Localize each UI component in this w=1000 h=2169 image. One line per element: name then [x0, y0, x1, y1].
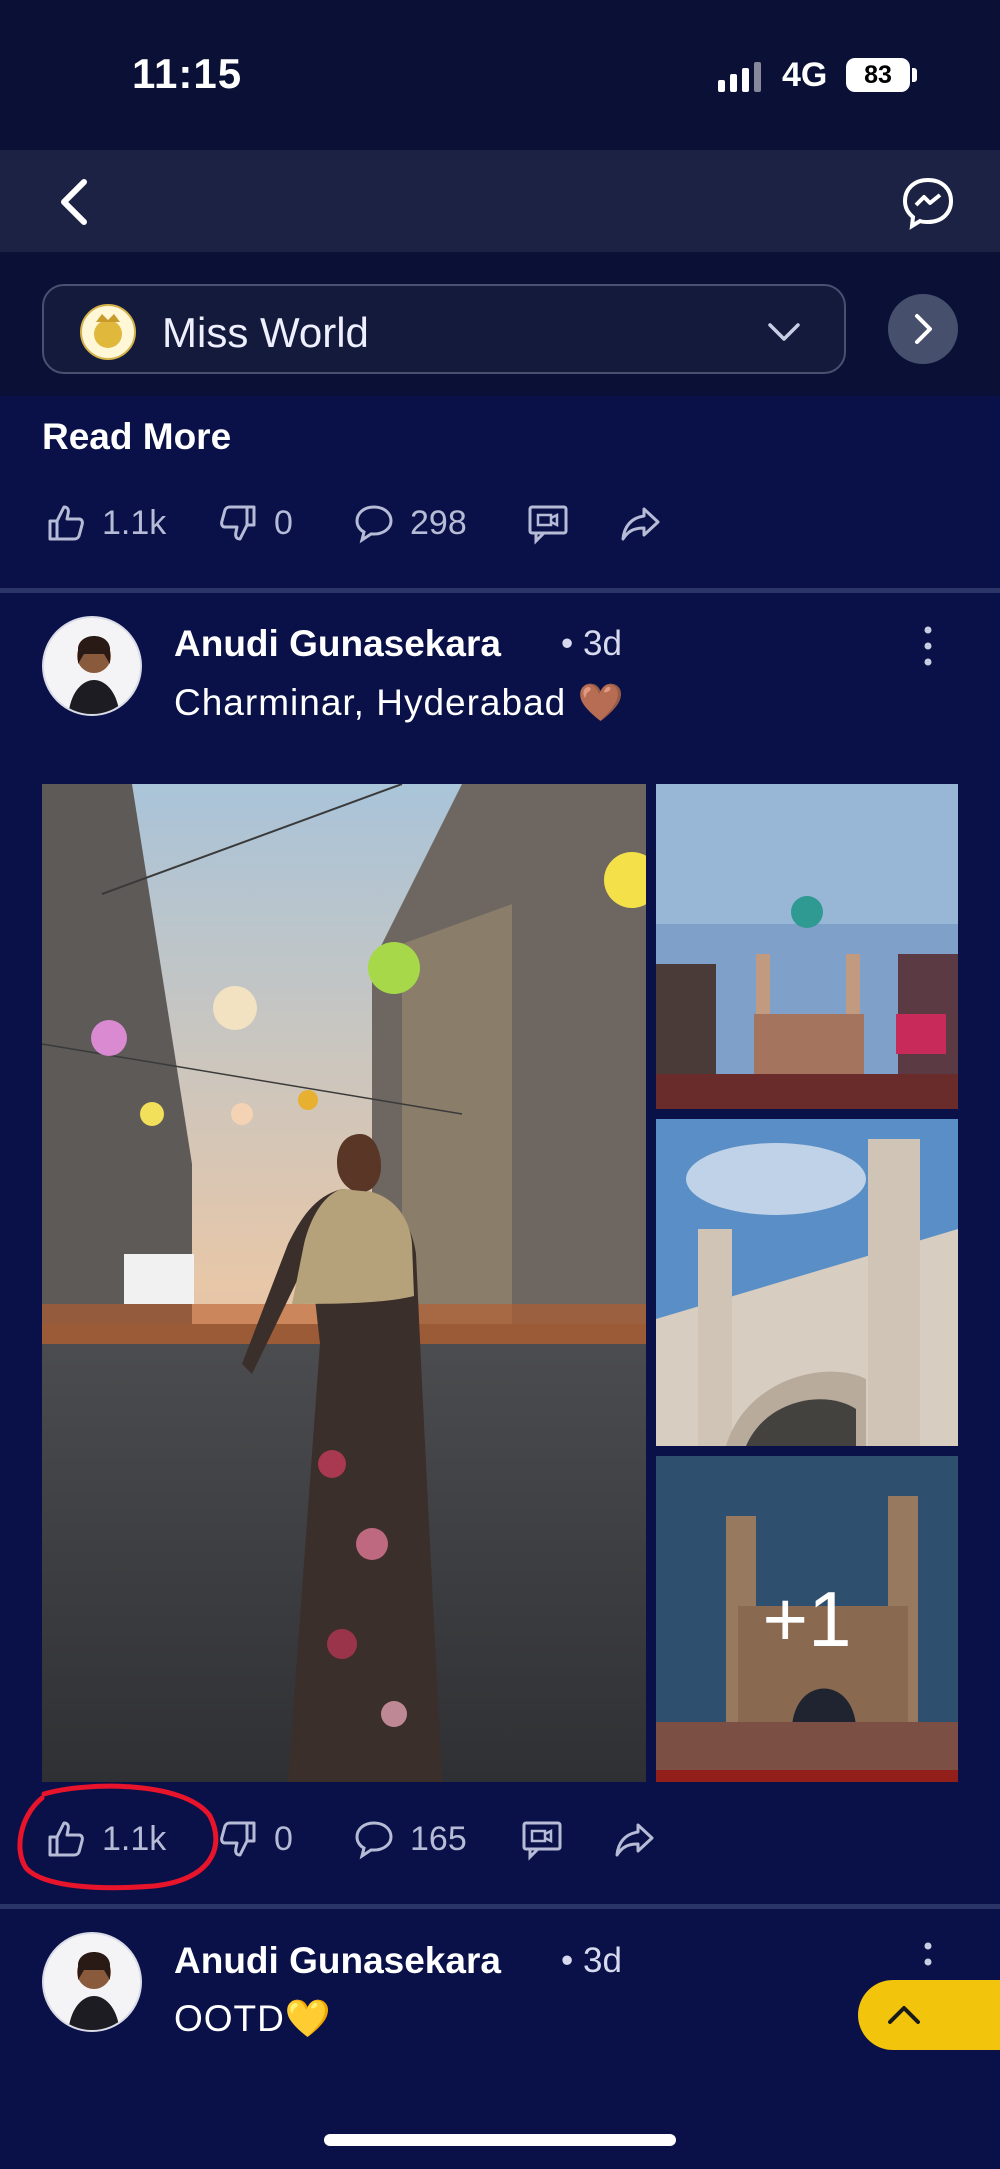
prev-post-actions: 1.1k 0 298 — [0, 488, 1000, 558]
chevron-down-icon — [768, 323, 800, 341]
post-time: • 3d — [561, 624, 622, 663]
comment-button[interactable]: 298 — [352, 488, 467, 558]
video-chat-icon — [528, 505, 568, 545]
status-bar: 11:15 4G 83 — [0, 0, 1000, 150]
post-text: OOTD💛 — [174, 1998, 332, 2039]
scroll-to-top-button[interactable] — [858, 1980, 1000, 2050]
post-divider — [0, 1904, 1000, 1909]
comment-icon — [355, 1821, 393, 1860]
messenger-button[interactable] — [898, 174, 958, 230]
messenger-icon — [902, 177, 954, 230]
post-text: Charminar, Hyderabad 🤎 — [174, 682, 625, 723]
network-type: 4G — [782, 56, 828, 94]
share-button[interactable] — [618, 488, 662, 558]
dislike-button[interactable]: 0 — [216, 488, 293, 558]
video-reply-button[interactable] — [526, 488, 570, 558]
read-more-link[interactable]: Read More — [42, 416, 231, 458]
more-images-count: +1 — [656, 1456, 958, 1782]
thumbs-down-icon — [220, 505, 256, 541]
chevron-right-icon — [915, 314, 932, 344]
author-name[interactable]: Anudi Gunasekara — [174, 623, 501, 665]
comment-count: 165 — [410, 1819, 467, 1858]
community-name: Miss World — [162, 309, 369, 356]
dislike-count: 0 — [274, 1819, 293, 1858]
video-chat-icon — [522, 1821, 562, 1861]
thumbs-up-icon — [48, 505, 84, 541]
comment-icon — [355, 505, 393, 544]
dislike-count: 0 — [274, 503, 293, 542]
post-divider — [0, 588, 1000, 593]
chevron-up-icon — [888, 2006, 920, 2024]
top-bar — [0, 150, 1000, 252]
battery-cap — [912, 68, 917, 82]
miss-world-logo-icon — [80, 304, 136, 360]
share-button[interactable] — [612, 1804, 656, 1874]
author-name[interactable]: Anudi Gunasekara — [174, 1940, 501, 1982]
annotation-circle — [17, 1783, 219, 1891]
video-reply-button[interactable] — [520, 1804, 564, 1874]
home-indicator — [324, 2134, 676, 2146]
comment-count: 298 — [410, 503, 467, 542]
like-count: 1.1k — [102, 503, 167, 542]
post-image-2[interactable] — [656, 784, 958, 1109]
signal-icon — [718, 62, 761, 92]
share-icon — [621, 507, 660, 541]
more-options-icon[interactable] — [918, 624, 938, 668]
post-main-image[interactable] — [42, 784, 646, 1782]
like-button[interactable]: 1.1k — [44, 488, 166, 558]
battery-icon: 83 — [846, 58, 910, 92]
post-image-4[interactable]: +1 — [656, 1456, 958, 1782]
comment-button[interactable]: 165 — [352, 1804, 467, 1874]
community-selector-row: Miss World — [0, 252, 1000, 396]
author-avatar[interactable] — [42, 616, 142, 716]
post-time-value: 3d — [582, 1941, 622, 1980]
author-avatar[interactable] — [42, 1932, 142, 2032]
community-dropdown[interactable]: Miss World — [42, 284, 846, 374]
post-time: • 3d — [561, 1941, 622, 1980]
status-time: 11:15 — [132, 50, 243, 97]
post-time-value: 3d — [582, 624, 622, 663]
share-icon — [615, 1823, 654, 1857]
next-community-button[interactable] — [888, 294, 958, 364]
back-button[interactable] — [52, 174, 102, 230]
post-image-3[interactable] — [656, 1119, 958, 1446]
more-options-icon[interactable] — [918, 1940, 938, 1984]
back-arrow-icon — [61, 179, 87, 225]
dislike-button[interactable]: 0 — [216, 1804, 293, 1874]
